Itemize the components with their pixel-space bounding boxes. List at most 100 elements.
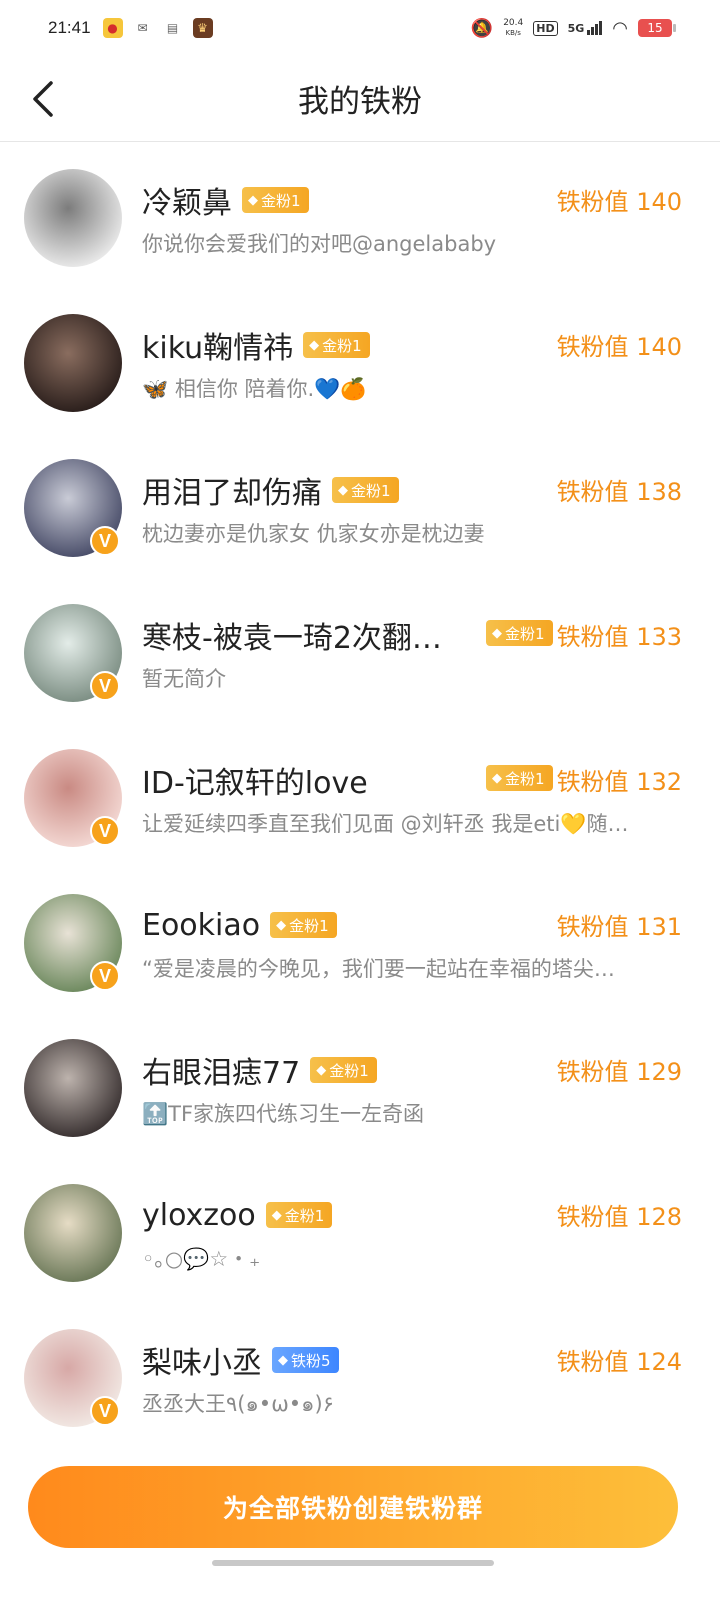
fan-name: Eookiao: [142, 907, 261, 943]
fan-name: 寒枝-被袁一琦2次翻…: [142, 621, 442, 656]
fan-score: 铁粉值 129: [556, 1058, 682, 1086]
name-line: yloxzoo ◆ 金粉1: [142, 1193, 333, 1237]
avatar[interactable]: [24, 1039, 122, 1137]
weibo-notification-icon: ●: [102, 18, 123, 38]
avatar[interactable]: [24, 1184, 122, 1282]
battery-icon: 15: [638, 19, 676, 37]
diamond-icon: ◆: [276, 917, 287, 933]
fan-level-badge: ◆ 金粉1: [242, 187, 309, 213]
chevron-left-icon: [33, 81, 53, 117]
avatar[interactable]: [24, 169, 122, 267]
name-line: ID-记叙轩的love: [142, 758, 368, 802]
diamond-icon: ◆: [278, 1352, 288, 1368]
fan-row[interactable]: V 梨味小丞 ◆ 铁粉5 铁粉值 124 丞丞大王٩(๑•ω•๑)۶: [0, 1302, 720, 1447]
verified-icon: V: [90, 961, 120, 991]
network-speed-unit: KB/s: [505, 29, 521, 37]
fan-row[interactable]: kiku鞠情祎 ◆ 金粉1 铁粉值 140 🦋 相信你 陪着你.💙🍊: [0, 287, 720, 432]
diamond-icon: ◆: [248, 192, 258, 208]
fan-bio: 暂无简介: [142, 667, 226, 691]
fan-name: 冷颖鼻: [142, 186, 232, 221]
fan-level-label: 金粉1: [329, 1061, 369, 1080]
name-line: 右眼泪痣77 ◆ 金粉1: [142, 1048, 377, 1092]
fan-row[interactable]: V ◆ 金粉1 寒枝-被袁一琦2次翻… 铁粉值 133 暂无简介: [0, 577, 720, 722]
status-bar: 21:41 ● ✉ ▤ ♛ 🔕 20.4 KB/s HD 5G ◠ 15: [0, 0, 720, 56]
fan-level-label: 金粉1: [505, 624, 545, 643]
fan-level-badge: ◆ 金粉1: [486, 765, 553, 791]
name-line: 冷颖鼻 ◆ 金粉1: [142, 178, 309, 222]
fan-bio: 枕边妻亦是仇家女 仇家女亦是枕边妻: [142, 522, 485, 546]
fan-row[interactable]: 右眼泪痣77 ◆ 金粉1 铁粉值 129 🔝TF家族四代练习生一左奇函: [0, 1012, 720, 1157]
name-line: 用泪了却伤痛 ◆ 金粉1: [142, 468, 399, 512]
fan-score: 铁粉值 133: [556, 623, 682, 651]
network-speed-value: 20.4: [503, 18, 524, 28]
fan-score: 铁粉值 140: [556, 188, 682, 216]
fan-name: 用泪了却伤痛: [142, 476, 322, 511]
fan-name: kiku鞠情祎: [142, 331, 294, 366]
create-fan-group-button[interactable]: 为全部铁粉创建铁粉群: [28, 1466, 678, 1548]
bottom-bar: 为全部铁粉创建铁粉群: [0, 1446, 720, 1600]
fan-score: 铁粉值 128: [556, 1203, 682, 1231]
network-speed: 20.4 KB/s: [503, 18, 523, 38]
back-button[interactable]: [22, 76, 62, 122]
name-line: 梨味小丞 ◆ 铁粉5: [142, 1338, 339, 1382]
diamond-icon: ◆: [492, 625, 502, 641]
signal-icon: 5G: [568, 21, 603, 35]
fan-level-label: 金粉1: [261, 191, 301, 210]
fan-level-label: 金粉1: [351, 481, 391, 500]
fan-level-badge: ◆ 金粉1: [310, 1057, 377, 1083]
diamond-icon: ◆: [338, 482, 348, 498]
fan-name: ID-记叙轩的love: [142, 766, 368, 801]
fan-level-label: 金粉1: [284, 1206, 325, 1225]
fan-bio: “爱是凌晨的今晚见，我们要一起站在幸福的塔尖…: [142, 957, 615, 981]
wechat-notification-icon: ✉: [137, 21, 148, 35]
wifi-icon: ◠: [612, 17, 628, 39]
nav-bar: 我的铁粉: [0, 56, 720, 142]
game-notification-icon: ♛: [192, 18, 213, 38]
diamond-icon: ◆: [316, 1062, 327, 1078]
fan-name: 梨味小丞: [142, 1346, 262, 1381]
diamond-icon: ◆: [271, 1207, 282, 1223]
diamond-icon: ◆: [309, 337, 320, 353]
fan-level-badge: ◆ 金粉1: [270, 912, 337, 938]
status-app-icons: ● ✉ ▤ ♛: [102, 18, 213, 38]
mute-icon: 🔕: [470, 17, 494, 39]
fan-row[interactable]: V 用泪了却伤痛 ◆ 金粉1 铁粉值 138 枕边妻亦是仇家女 仇家女亦是枕边妻: [0, 432, 720, 577]
avatar[interactable]: [24, 314, 122, 412]
fan-level-label: 金粉1: [289, 916, 329, 935]
fan-name: yloxzoo: [142, 1197, 256, 1233]
fan-level-label: 铁粉5: [291, 1351, 331, 1370]
network-type: 5G: [567, 22, 585, 35]
fan-bio: ◦｡○💬☆・₊: [142, 1247, 261, 1271]
fan-level-label: 金粉1: [505, 769, 545, 788]
page-title: 我的铁粉: [298, 84, 422, 120]
verified-icon: V: [90, 816, 120, 846]
fan-score: 铁粉值 131: [556, 913, 682, 941]
fan-row[interactable]: V Eookiao ◆ 金粉1 铁粉值 131 “爱是凌晨的今晚见，我们要一起站在幸福的塔…: [0, 867, 720, 1012]
fan-score: 铁粉值 124: [556, 1348, 682, 1376]
fan-level-badge: ◆ 金粉1: [265, 1202, 333, 1228]
fan-name: 右眼泪痣77: [142, 1056, 301, 1091]
fan-row[interactable]: V ◆ 金粉1 ID-记叙轩的love 铁粉值 132 让爱延续四季直至我们见面 @刘轩丞…: [0, 722, 720, 867]
fan-list: 冷颖鼻 ◆ 金粉1 铁粉值 140 你说你会爱我们的对吧@angelababy kiku鞠…: [0, 142, 720, 1447]
fan-score: 铁粉值 140: [556, 333, 682, 361]
fan-level-badge: ◆ 金粉1: [303, 332, 370, 358]
fan-bio: 丞丞大王٩(๑•ω•๑)۶: [142, 1392, 334, 1416]
verified-icon: V: [90, 671, 120, 701]
diamond-icon: ◆: [492, 770, 502, 786]
fan-bio: 🔝TF家族四代练习生一左奇函: [142, 1102, 425, 1126]
home-indicator[interactable]: [212, 1560, 494, 1566]
verified-icon: V: [90, 1396, 120, 1426]
name-line: 寒枝-被袁一琦2次翻…: [142, 613, 442, 657]
fan-row[interactable]: 冷颖鼻 ◆ 金粉1 铁粉值 140 你说你会爱我们的对吧@angelababy: [0, 142, 720, 287]
status-time: 21:41: [48, 18, 91, 37]
fan-level-label: 金粉1: [322, 336, 362, 355]
fan-level-badge: ◆ 金粉1: [332, 477, 399, 503]
fan-row[interactable]: yloxzoo ◆ 金粉1 铁粉值 128 ◦｡○💬☆・₊: [0, 1157, 720, 1302]
fan-level-badge: ◆ 铁粉5: [272, 1347, 339, 1373]
verified-icon: V: [90, 526, 120, 556]
fan-score: 铁粉值 132: [556, 768, 682, 796]
name-line: Eookiao ◆ 金粉1: [142, 903, 337, 947]
name-line: kiku鞠情祎 ◆ 金粉1: [142, 323, 370, 367]
hd-icon: HD: [533, 20, 558, 36]
fan-level-badge: ◆ 金粉1: [486, 620, 553, 646]
